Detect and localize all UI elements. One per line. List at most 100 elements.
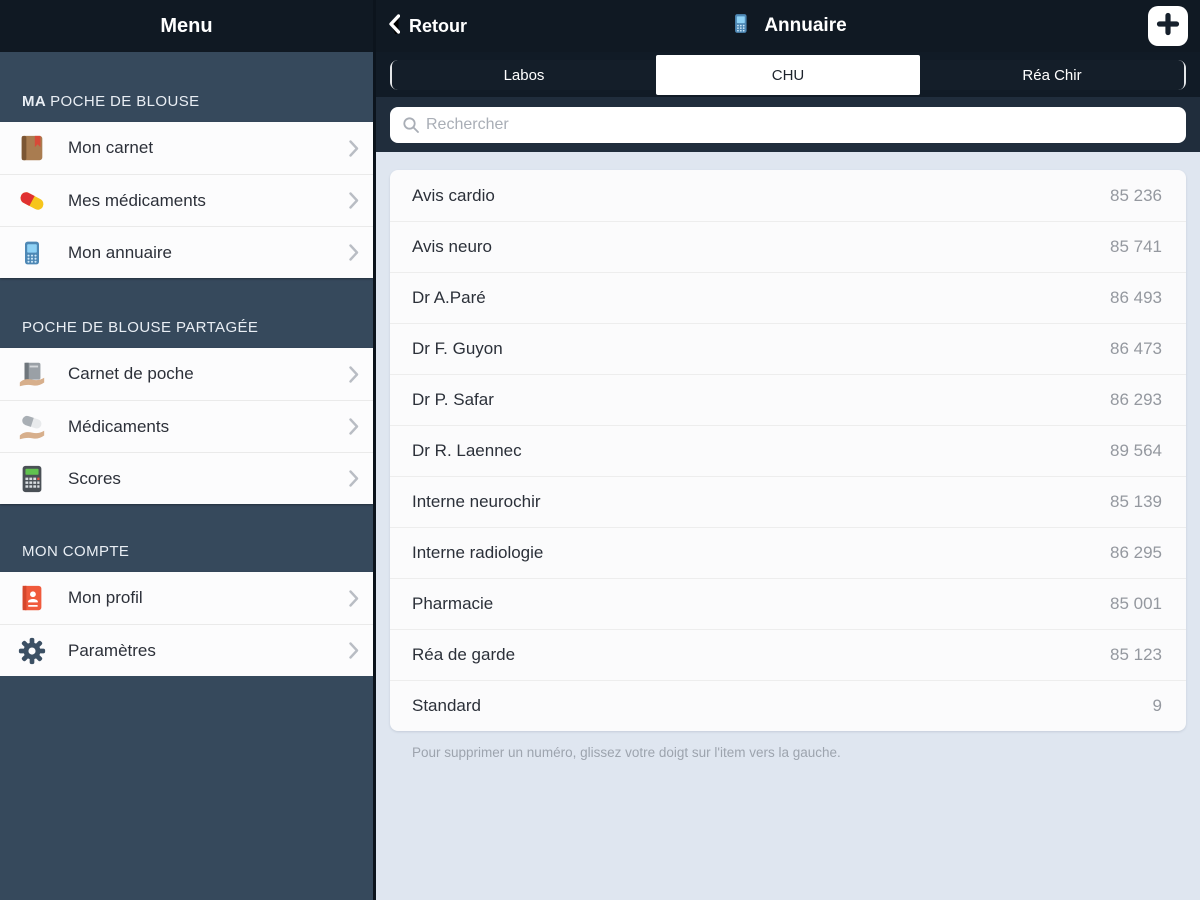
back-button-label: Retour (409, 16, 467, 37)
sidebar-item-mon-carnet[interactable]: Mon carnet (0, 122, 373, 174)
hand-pill-icon (16, 411, 48, 443)
sidebar-item-label: Médicaments (68, 417, 349, 437)
plus-icon (1156, 12, 1180, 41)
contact-name: Interne radiologie (412, 543, 543, 563)
directory-row[interactable]: Dr P. Safar 86 293 (390, 374, 1186, 425)
sidebar-item-label: Mon profil (68, 588, 349, 608)
sidebar-group-partagee: Carnet de poche Médicaments Scores (0, 348, 373, 504)
section-label: MON COMPTE (22, 543, 129, 560)
contact-number: 86 293 (1110, 390, 1162, 410)
directory-row[interactable]: Réa de garde 85 123 (390, 629, 1186, 680)
pills-icon (16, 185, 48, 217)
directory-row[interactable]: Avis cardio 85 236 (390, 170, 1186, 221)
gear-icon (16, 635, 48, 667)
contact-name: Dr P. Safar (412, 390, 494, 410)
search-icon (402, 116, 420, 139)
chevron-right-icon (349, 366, 359, 383)
contact-number: 85 236 (1110, 186, 1162, 206)
sidebar-item-scores[interactable]: Scores (0, 452, 373, 504)
sidebar-item-label: Carnet de poche (68, 364, 349, 384)
page-title-text: Annuaire (764, 15, 846, 37)
sidebar: Menu MAPOCHE DE BLOUSE Mon carnet Mes mé… (0, 0, 376, 900)
swipe-delete-hint: Pour supprimer un numéro, glissez votre … (412, 745, 1178, 760)
directory-content: Avis cardio 85 236 Avis neuro 85 741 Dr A.… (376, 152, 1200, 900)
calculator-icon (16, 463, 48, 495)
sidebar-title: Menu (160, 15, 212, 38)
tab-bar: Labos CHU Réa Chir (376, 52, 1200, 97)
profile-book-icon (16, 582, 48, 614)
phone-icon (729, 12, 752, 40)
contact-number: 85 741 (1110, 237, 1162, 257)
contact-name: Dr A.Paré (412, 288, 486, 308)
directory-row[interactable]: Standard 9 (390, 680, 1186, 731)
directory-row[interactable]: Interne neurochir 85 139 (390, 476, 1186, 527)
sidebar-title-bar: Menu (0, 0, 373, 52)
tab-rea-chir[interactable]: Réa Chir (920, 60, 1184, 90)
hand-notebook-icon (16, 358, 48, 390)
tab-chu[interactable]: CHU (656, 55, 920, 95)
section-header-poche-partagee: POCHE DE BLOUSE PARTAGÉE (0, 278, 373, 348)
section-label: MAPOCHE DE BLOUSE (22, 93, 200, 110)
contact-name: Avis neuro (412, 237, 492, 257)
contact-name: Réa de garde (412, 645, 515, 665)
contact-number: 85 139 (1110, 492, 1162, 512)
chevron-right-icon (349, 470, 359, 487)
chevron-right-icon (349, 418, 359, 435)
search-input[interactable] (390, 107, 1186, 143)
contact-number: 86 295 (1110, 543, 1162, 563)
sidebar-item-label: Mon annuaire (68, 243, 349, 263)
segmented-control: Labos CHU Réa Chir (390, 60, 1186, 90)
chevron-left-icon (388, 14, 400, 39)
contact-number: 85 123 (1110, 645, 1162, 665)
chevron-right-icon (349, 642, 359, 659)
contact-number: 86 473 (1110, 339, 1162, 359)
phone-icon (16, 237, 48, 269)
section-header-ma-poche: MAPOCHE DE BLOUSE (0, 52, 373, 122)
sidebar-item-carnet-de-poche[interactable]: Carnet de poche (0, 348, 373, 400)
directory-row[interactable]: Dr A.Paré 86 493 (390, 272, 1186, 323)
contact-name: Avis cardio (412, 186, 495, 206)
chevron-right-icon (349, 244, 359, 261)
contact-number: 89 564 (1110, 441, 1162, 461)
notebook-icon (16, 132, 48, 164)
main-panel: Retour Annuaire Labos CHU Réa Chir Avis (376, 0, 1200, 900)
directory-row[interactable]: Interne radiologie 86 295 (390, 527, 1186, 578)
app-window: Menu MAPOCHE DE BLOUSE Mon carnet Mes mé… (0, 0, 1200, 900)
back-button[interactable]: Retour (376, 14, 467, 39)
contact-name: Standard (412, 696, 481, 716)
add-contact-button[interactable] (1148, 6, 1188, 46)
directory-row[interactable]: Avis neuro 85 741 (390, 221, 1186, 272)
sidebar-item-label: Scores (68, 469, 349, 489)
directory-list: Avis cardio 85 236 Avis neuro 85 741 Dr A.… (390, 170, 1186, 731)
chevron-right-icon (349, 140, 359, 157)
section-header-mon-compte: MON COMPTE (0, 504, 373, 572)
sidebar-filler (0, 676, 373, 900)
top-navigation-bar: Retour Annuaire (376, 0, 1200, 52)
chevron-right-icon (349, 590, 359, 607)
sidebar-item-medicaments[interactable]: Médicaments (0, 400, 373, 452)
directory-row[interactable]: Dr F. Guyon 86 473 (390, 323, 1186, 374)
directory-row[interactable]: Pharmacie 85 001 (390, 578, 1186, 629)
contact-number: 9 (1153, 696, 1162, 716)
contact-name: Dr F. Guyon (412, 339, 503, 359)
sidebar-group-ma-poche: Mon carnet Mes médicaments Mon annuaire (0, 122, 373, 278)
contact-number: 85 001 (1110, 594, 1162, 614)
contact-number: 86 493 (1110, 288, 1162, 308)
page-title: Annuaire (729, 12, 846, 40)
sidebar-item-label: Mes médicaments (68, 191, 349, 211)
search-bar-container (376, 97, 1200, 152)
sidebar-item-mes-medicaments[interactable]: Mes médicaments (0, 174, 373, 226)
contact-name: Dr R. Laennec (412, 441, 522, 461)
sidebar-item-mon-annuaire[interactable]: Mon annuaire (0, 226, 373, 278)
sidebar-group-compte: Mon profil Paramètres (0, 572, 373, 676)
sidebar-item-label: Mon carnet (68, 138, 349, 158)
contact-name: Pharmacie (412, 594, 493, 614)
contact-name: Interne neurochir (412, 492, 541, 512)
sidebar-item-parametres[interactable]: Paramètres (0, 624, 373, 676)
tab-labos[interactable]: Labos (392, 60, 656, 90)
chevron-right-icon (349, 192, 359, 209)
directory-row[interactable]: Dr R. Laennec 89 564 (390, 425, 1186, 476)
sidebar-item-label: Paramètres (68, 641, 349, 661)
section-label: POCHE DE BLOUSE PARTAGÉE (22, 319, 258, 336)
sidebar-item-mon-profil[interactable]: Mon profil (0, 572, 373, 624)
